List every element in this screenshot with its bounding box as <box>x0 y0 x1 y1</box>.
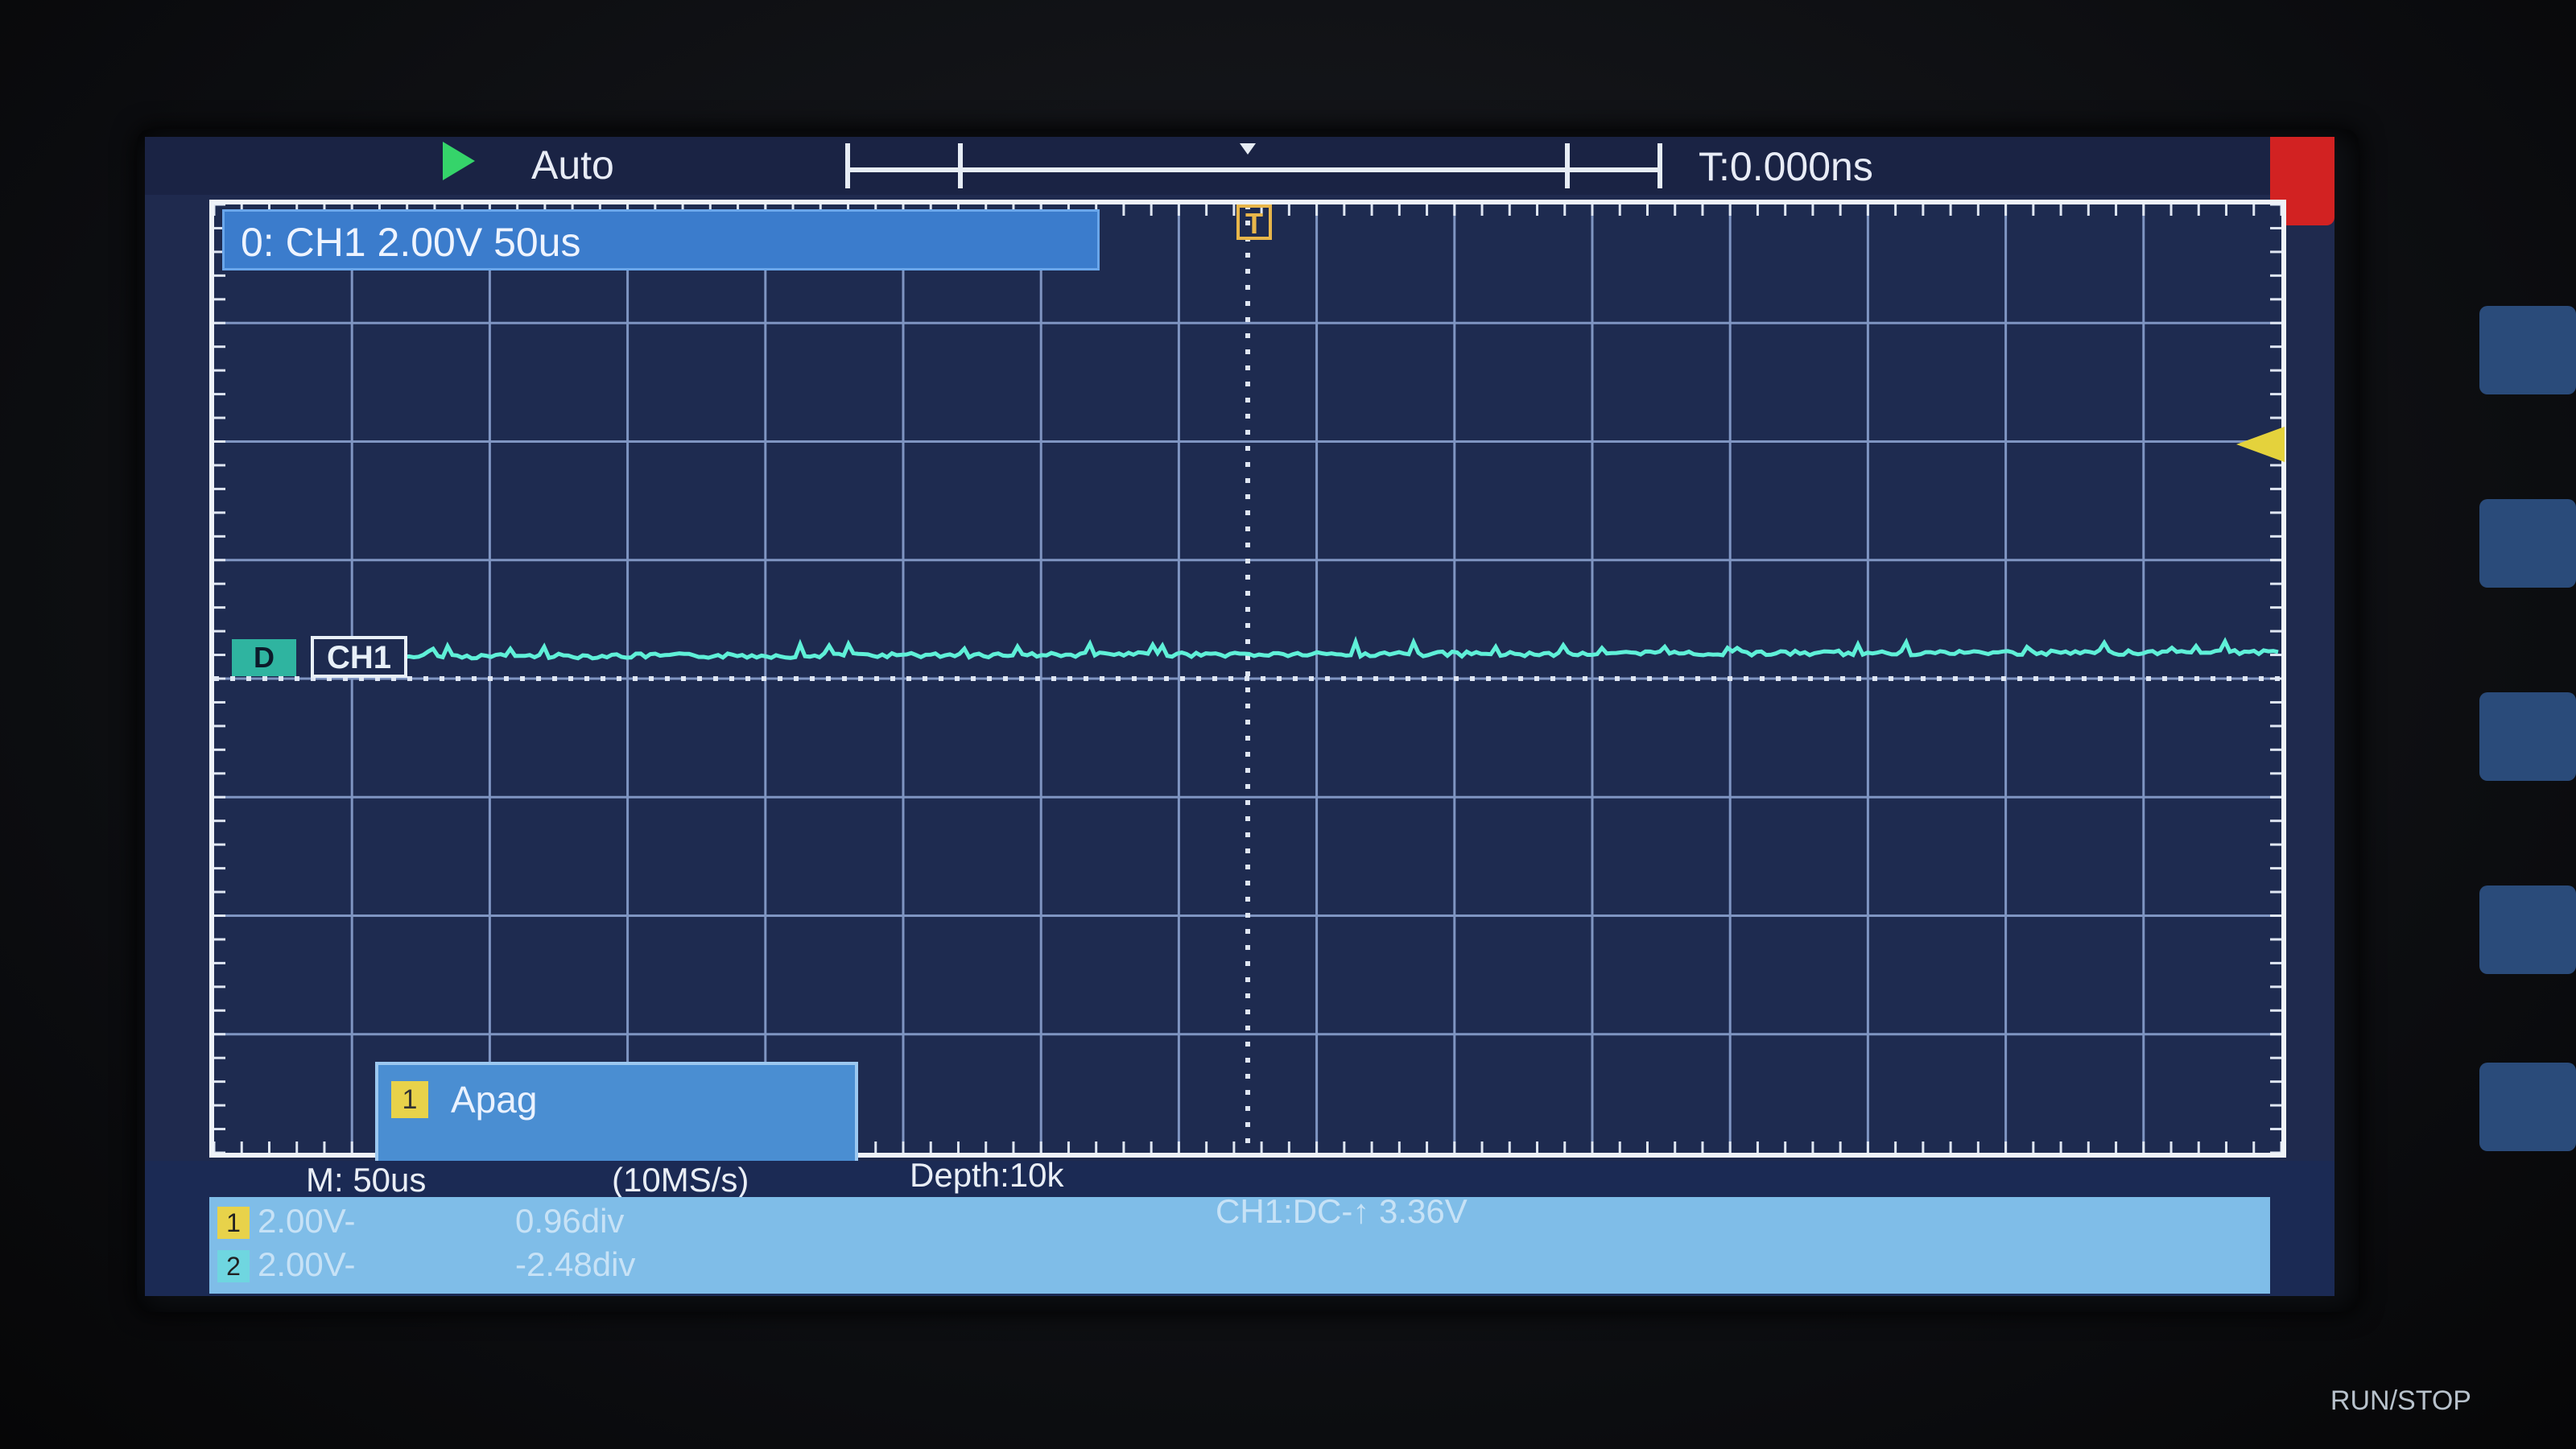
ch1-number: 1 <box>217 1207 250 1239</box>
top-status-bar: Auto T:0.000ns <box>145 137 2334 225</box>
ch1-trace <box>374 635 2279 661</box>
trigger-info: CH1:DC-↑ 3.36V <box>1216 1192 1468 1230</box>
ch1-label: CH1 <box>311 636 407 678</box>
run-indicator-icon <box>443 142 475 180</box>
trigger-time-marker: T <box>1236 204 1272 240</box>
sample-rate: (10MS/s) <box>612 1161 749 1199</box>
side-menu-button-1[interactable] <box>2479 306 2576 394</box>
ch2-number: 2 <box>217 1250 250 1282</box>
trigger-delay: T:0.000ns <box>1699 144 1873 189</box>
ch1-scale: 2.00V- <box>258 1202 356 1240</box>
side-menu-button-3[interactable] <box>2479 692 2576 781</box>
channel-status-strip: 1 2.00V- 0.96div 2 2.00V- -2.48div CH1:D… <box>209 1192 2270 1294</box>
memory-view-window <box>958 143 1570 188</box>
run-stop-button[interactable]: RUN/STOP <box>2330 1385 2471 1417</box>
menu-number-badge: 1 <box>391 1081 428 1118</box>
ch1-offset: 0.96div <box>515 1202 625 1240</box>
trigger-position-icon <box>1240 143 1256 155</box>
side-menu-button-2[interactable] <box>2479 499 2576 588</box>
side-menu-button-4[interactable] <box>2479 886 2576 974</box>
bottom-status-bar: M: 50us (10MS/s) Depth:10k 1 2.00V- 0.96… <box>145 1156 2334 1296</box>
ch2-scale: 2.00V- <box>258 1245 356 1283</box>
scope-screen: Auto T:0.000ns 0: CH1 2.00V 50us T D CH1… <box>145 137 2334 1296</box>
side-menu-button-5[interactable] <box>2479 1063 2576 1151</box>
trigger-level-icon <box>2236 427 2285 462</box>
memory-depth: Depth:10k <box>910 1156 1064 1194</box>
timebase: M: 50us <box>306 1161 427 1199</box>
ch2-offset: -2.48div <box>515 1245 636 1283</box>
waveform-display: 0: CH1 2.00V 50us T D CH1 1 Apag <box>209 200 2286 1219</box>
ch1-ground-marker: D <box>232 639 296 676</box>
channel-info-box: 0: CH1 2.00V 50us <box>222 209 1100 270</box>
memory-position-bar <box>845 143 1662 188</box>
menu-label[interactable]: Apag <box>451 1078 537 1121</box>
graticule <box>214 204 2281 1153</box>
trigger-mode: Auto <box>531 142 614 188</box>
